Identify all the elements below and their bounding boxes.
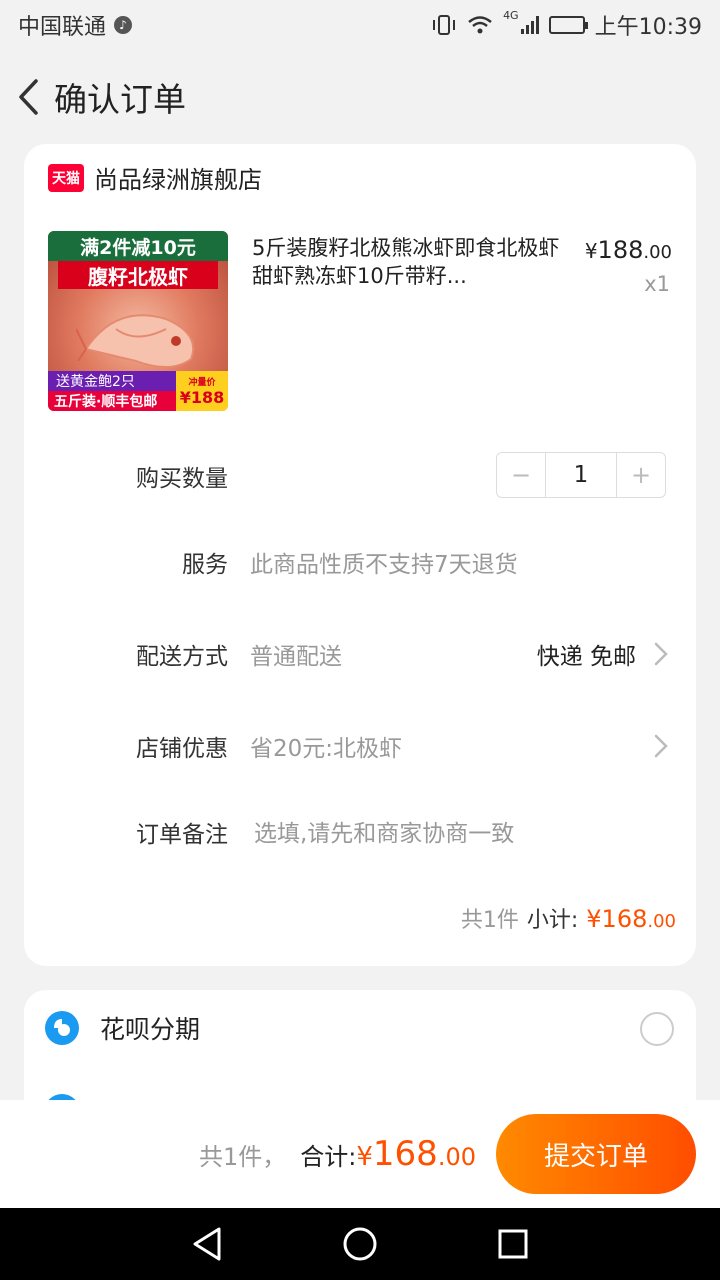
subtotal: 共1件 小计: ¥168.00 <box>461 902 676 934</box>
network-type-label: 4G <box>503 9 519 22</box>
total-symbol: ¥ <box>356 1142 373 1172</box>
back-button[interactable] <box>8 67 48 127</box>
nav-recents-button[interactable] <box>493 1224 533 1264</box>
nav-recents-icon <box>498 1229 528 1259</box>
discount-label: 店铺优惠 <box>136 736 228 762</box>
huabei-option[interactable]: 花呗分期 <box>44 1010 200 1046</box>
carrier-label: 中国联通 <box>18 15 107 40</box>
tmall-logo: 天猫 <box>48 163 84 192</box>
delivery-option: 快递 免邮 <box>536 644 636 670</box>
submit-order-button[interactable]: 提交订单 <box>496 1114 696 1194</box>
clock-label: 上午10:39 <box>594 15 702 40</box>
system-nav-bar <box>0 1208 720 1280</box>
huabei-icon <box>45 1011 79 1045</box>
chevron-right-icon <box>654 642 668 666</box>
remark-input[interactable] <box>254 814 654 854</box>
status-left: 中国联通 ♪ <box>18 9 133 41</box>
remark-label: 订单备注 <box>136 822 228 848</box>
chevron-right-icon <box>654 734 668 758</box>
shrimp-illustration <box>76 314 195 368</box>
product-image-gift: 送黄金鲍2只 <box>48 371 188 391</box>
service-label: 服务 <box>182 552 228 578</box>
product-image-promo-title: 腹籽北极虾 <box>58 261 218 289</box>
discount-value: 省20元:北极虾 <box>250 736 403 762</box>
vibrate-icon <box>433 15 456 35</box>
subtotal-cents: .00 <box>647 911 676 932</box>
product-image-promo-top: 满2件减10元 <box>48 231 228 261</box>
subtotal-int: 168 <box>601 905 648 933</box>
wifi-icon <box>468 16 492 34</box>
discount-row[interactable]: 店铺优惠 省20元:北极虾 <box>24 726 696 766</box>
increment-button[interactable]: + <box>617 453 665 497</box>
product-price-cents: .00 <box>643 242 672 263</box>
nav-home-icon <box>343 1227 377 1261</box>
page-title: 确认订单 <box>54 80 186 119</box>
status-right: 4G 上午10:39 <box>431 9 702 41</box>
delivery-row[interactable]: 配送方式 普通配送 快递 免邮 <box>24 634 696 674</box>
product-image-price: 冲量价 ¥188 <box>176 371 228 411</box>
total-int: 168 <box>372 1134 438 1174</box>
battery-icon <box>548 16 588 34</box>
header: 确认订单 <box>0 62 720 132</box>
nav-back-icon <box>193 1227 221 1261</box>
quantity-label: 购买数量 <box>136 466 228 492</box>
product-image[interactable]: 满2件减10元 腹籽北极虾 送黄金鲍2只 五斤装·顺丰包邮 冲量价 ¥188 <box>48 231 228 411</box>
product-price: ¥188.00 <box>585 236 672 264</box>
total-amount: ¥168.00 <box>356 1134 476 1174</box>
subtotal-amount: ¥168.00 <box>586 905 676 933</box>
product-price-int: 188 <box>597 236 644 264</box>
status-bar: 中国联通 ♪ 4G 上午10:39 <box>0 0 720 50</box>
delivery-label: 配送方式 <box>136 644 228 670</box>
subtotal-symbol: ¥ <box>586 905 602 933</box>
product-image-price-tag: 冲量价 <box>188 378 216 388</box>
huabei-radio[interactable] <box>640 1012 674 1046</box>
quantity-stepper: − 1 + <box>496 452 666 498</box>
delivery-value: 普通配送 <box>250 644 342 670</box>
store-name: 尚品绿洲旗舰店 <box>94 166 262 194</box>
subtotal-label: 小计: <box>526 908 579 933</box>
tiktok-notification-icon: ♪ <box>114 16 133 34</box>
subtotal-count: 共1件 <box>460 908 519 933</box>
product-quantity: x1 <box>644 272 670 296</box>
service-row: 服务 此商品性质不支持7天退货 <box>24 542 696 582</box>
product-image-shipping: 五斤装·顺丰包邮 <box>48 391 178 411</box>
nav-home-button[interactable] <box>340 1224 380 1264</box>
total-cents: .00 <box>437 1143 476 1171</box>
huabei-label: 花呗分期 <box>100 1015 201 1044</box>
checkout-bar: 共1件， 合计: ¥168.00 提交订单 <box>0 1100 720 1208</box>
order-card: 天猫 尚品绿洲旗舰店 满2件减10元 腹籽北极虾 送黄金鲍2只 五斤装·顺丰包邮… <box>24 144 696 966</box>
product-price-symbol: ¥ <box>584 239 598 263</box>
signal-icon <box>520 16 539 34</box>
quantity-value[interactable]: 1 <box>545 453 617 497</box>
service-value: 此商品性质不支持7天退货 <box>250 552 518 578</box>
store-row[interactable]: 天猫 尚品绿洲旗舰店 <box>48 160 262 195</box>
product-image-price-value: ¥188 <box>179 388 225 407</box>
total-label: 合计: <box>300 1142 357 1171</box>
product-title[interactable]: 5斤装腹籽北极熊冰虾即食北极虾甜虾熟冻虾10斤带籽... <box>252 234 562 290</box>
decrement-button[interactable]: − <box>497 453 545 497</box>
total-count: 共1件， <box>199 1142 287 1171</box>
nav-back-button[interactable] <box>187 1224 227 1264</box>
back-arrow-icon <box>19 79 38 115</box>
